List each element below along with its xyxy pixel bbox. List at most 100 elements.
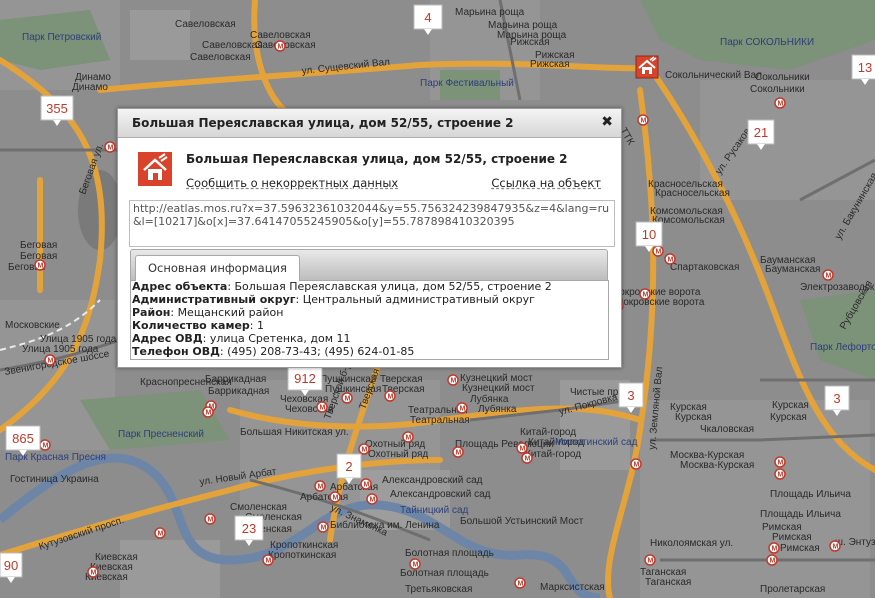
map-label: Марксистская bbox=[540, 582, 605, 593]
map-label: Красносельская bbox=[655, 188, 730, 199]
metro-icon: M bbox=[274, 40, 286, 52]
metro-icon: M bbox=[456, 402, 468, 414]
map-label: Римская bbox=[780, 543, 820, 554]
map-label: Пролетарская bbox=[760, 584, 825, 595]
map-label: Московские bbox=[5, 320, 60, 331]
svg-text:M: M bbox=[634, 462, 640, 469]
svg-text:2: 2 bbox=[345, 459, 352, 474]
svg-text:90: 90 bbox=[4, 558, 18, 573]
svg-text:M: M bbox=[520, 446, 526, 453]
metro-icon: M bbox=[384, 390, 396, 402]
svg-text:M: M bbox=[266, 558, 272, 565]
svg-text:M: M bbox=[364, 482, 370, 489]
tab-main-info[interactable]: Основная информация bbox=[135, 255, 300, 281]
svg-text:M: M bbox=[318, 484, 324, 491]
map-label: Покровские ворота bbox=[616, 297, 705, 308]
metro-icon: M bbox=[366, 493, 378, 505]
metro-icon: M bbox=[316, 401, 328, 413]
metro-icon: M bbox=[652, 245, 664, 257]
map-label: Баррикадная bbox=[208, 386, 269, 397]
map-label: Лубянка bbox=[478, 403, 517, 415]
metro-icon: M bbox=[664, 253, 676, 265]
svg-text:M: M bbox=[362, 447, 368, 454]
report-incorrect-data-link[interactable]: Сообщить о некорректных данных bbox=[186, 176, 398, 190]
metro-icon: M bbox=[768, 542, 780, 554]
svg-text:355: 355 bbox=[46, 101, 68, 116]
metro-icon: M bbox=[317, 521, 329, 533]
svg-text:M: M bbox=[413, 562, 419, 569]
svg-text:M: M bbox=[778, 472, 784, 479]
map-label: Римская bbox=[772, 532, 812, 543]
metro-icon: M bbox=[360, 478, 372, 490]
svg-text:M: M bbox=[320, 405, 326, 412]
map-label: Александровский сад bbox=[390, 489, 491, 500]
svg-text:M: M bbox=[43, 443, 49, 450]
metro-icon: M bbox=[452, 446, 464, 458]
map-label: Сокольники bbox=[755, 72, 810, 83]
map-label: Болотная площадь bbox=[405, 548, 494, 559]
metro-icon: M bbox=[262, 554, 274, 566]
popup-header: Большая Переяславская улица, дом 52/55, … bbox=[118, 109, 621, 138]
svg-text:M: M bbox=[456, 450, 462, 457]
svg-text:M: M bbox=[643, 292, 649, 299]
metro-icon: M bbox=[104, 141, 116, 153]
metro-icon: M bbox=[44, 354, 56, 366]
metro-icon: M bbox=[34, 259, 46, 271]
map-label: Парк Красная Пресня bbox=[5, 452, 106, 463]
svg-text:M: M bbox=[406, 435, 412, 442]
metro-icon: M bbox=[409, 558, 421, 570]
map-label: Сокольнический Вал bbox=[665, 70, 762, 81]
map-label: Таганская bbox=[645, 577, 691, 588]
svg-text:M: M bbox=[770, 558, 776, 565]
map-label: Китай-город bbox=[525, 449, 581, 460]
map-label: Курская bbox=[770, 412, 807, 423]
svg-text:M: M bbox=[518, 581, 524, 588]
info-row-police-address: Адрес ОВД: улица Сретенка, дом 11 bbox=[132, 332, 351, 345]
svg-text:M: M bbox=[38, 263, 44, 270]
metro-icon: M bbox=[341, 392, 353, 404]
map-label: Беговая bbox=[20, 240, 57, 251]
svg-text:M: M bbox=[668, 257, 674, 264]
metro-icon: M bbox=[822, 269, 834, 281]
popup-title: Большая Переяславская улица, дом 52/55, … bbox=[132, 116, 514, 130]
map-label: Кропоткинская bbox=[268, 550, 336, 561]
svg-text:M: M bbox=[370, 497, 376, 504]
map-label: Рижская bbox=[530, 59, 570, 70]
metro-icon: M bbox=[774, 97, 786, 109]
permalink-url-field[interactable]: http://eatlas.mos.ru?x=37.59632361032044… bbox=[129, 200, 615, 247]
svg-text:M: M bbox=[108, 145, 114, 152]
map-label: Динамо bbox=[72, 82, 108, 93]
svg-text:M: M bbox=[826, 273, 832, 280]
svg-text:M: M bbox=[48, 358, 54, 365]
selected-object-marker[interactable] bbox=[635, 55, 659, 79]
map-label: Москва-Курская bbox=[680, 460, 754, 471]
info-row-area: Район: Мещанский район bbox=[132, 306, 284, 319]
map-label: Савеловская bbox=[175, 19, 236, 30]
object-permalink-link[interactable]: Ссылка на объект bbox=[491, 176, 601, 190]
map-label: Марьина роща bbox=[497, 30, 567, 41]
map-label: Спартаковская bbox=[670, 262, 739, 273]
svg-text:M: M bbox=[206, 410, 212, 417]
info-row-district: Административный округ: Центральный адми… bbox=[132, 293, 535, 306]
info-row-camera-count: Количество камер: 1 bbox=[132, 319, 264, 332]
map-label: Парк Фестивальный bbox=[420, 78, 514, 89]
map-label: Театральная bbox=[410, 415, 470, 426]
map-label: Кузнецкий мост bbox=[462, 383, 535, 394]
map-label: Парк Петровский bbox=[22, 32, 101, 43]
svg-text:M: M bbox=[772, 546, 778, 553]
map-label: Парк Лефортово bbox=[810, 341, 875, 353]
map-label: Сокольники bbox=[750, 84, 805, 95]
svg-text:M: M bbox=[451, 378, 457, 385]
map-label: Болотная площадь bbox=[400, 568, 489, 579]
close-icon[interactable]: ✖ bbox=[601, 114, 613, 130]
map-label: Бауманская bbox=[765, 264, 820, 275]
metro-icon: M bbox=[314, 480, 326, 492]
object-title: Большая Переяславская улица, дом 52/55, … bbox=[186, 152, 568, 166]
metro-icon: M bbox=[447, 374, 459, 386]
map-label: Арбатская bbox=[300, 491, 348, 503]
metro-icon: M bbox=[774, 468, 786, 480]
map-label: Чкаловская bbox=[700, 424, 754, 435]
metro-icon: M bbox=[516, 442, 528, 454]
svg-text:912: 912 bbox=[294, 371, 316, 386]
svg-text:M: M bbox=[778, 460, 784, 467]
